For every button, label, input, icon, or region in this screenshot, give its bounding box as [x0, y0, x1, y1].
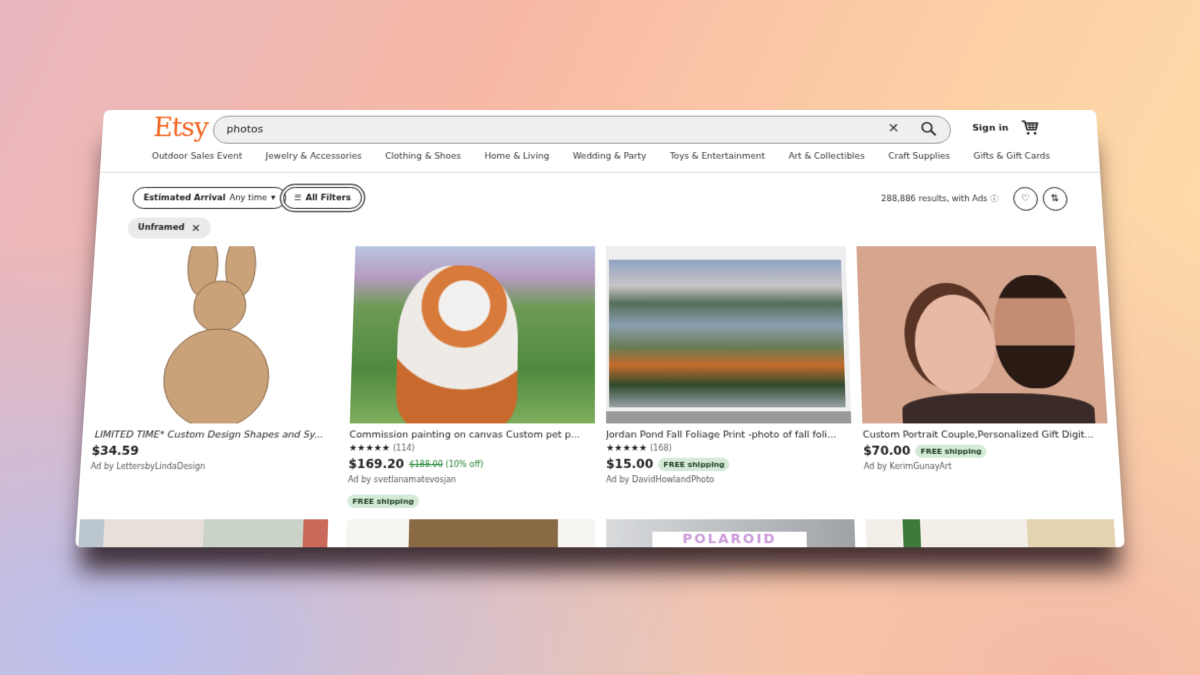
search-input[interactable]: photos ✕	[212, 116, 951, 144]
listing-image[interactable]: POLAROID	[606, 519, 855, 547]
listing-image[interactable]	[346, 519, 595, 547]
unframed-filter-chip[interactable]: Unframed ✕	[127, 217, 211, 238]
price: $15.00	[606, 457, 653, 471]
seller[interactable]: Ad by KerimGunayArt	[864, 462, 1111, 471]
listing-image[interactable]	[350, 246, 595, 423]
price: $169.20	[348, 457, 404, 471]
favorite-search-button[interactable]: ♡	[1013, 187, 1039, 211]
listing-image[interactable]	[93, 246, 344, 423]
category-link[interactable]: Home & Living	[484, 152, 549, 161]
all-filters-button[interactable]: ☰ All Filters	[283, 187, 362, 209]
clear-search-icon[interactable]: ✕	[888, 121, 900, 136]
category-link[interactable]: Wedding & Party	[573, 152, 647, 161]
listing-price: $169.20 $188.00 (10% off)	[348, 457, 595, 471]
star-icons: ★★★★★	[349, 444, 390, 454]
original-price: $188.00	[409, 459, 443, 468]
listing-price: $15.00 FREE shipping	[606, 457, 853, 471]
caret-down-icon: ▼	[271, 195, 276, 202]
category-link[interactable]: Clothing & Shoes	[385, 152, 461, 161]
header-divider	[100, 172, 1100, 173]
results-text: 288,886 results, with Ads	[881, 195, 988, 205]
category-link[interactable]: Gifts & Gift Cards	[973, 152, 1050, 161]
listing-title[interactable]: LIMITED TIME* Custom Design Shapes and S…	[92, 429, 338, 440]
seller[interactable]: Ad by DavidHowlandPhoto	[606, 475, 853, 484]
sort-arrows-icon: ⇅	[1051, 194, 1060, 204]
estimated-arrival-dropdown[interactable]: Estimated Arrival Any time ▼	[132, 187, 287, 209]
cart-icon[interactable]	[1021, 119, 1040, 136]
listing-card[interactable]: Commission painting on canvas Custom pet…	[347, 246, 595, 508]
chip-label: Unframed	[137, 223, 184, 233]
search-value: photos	[226, 123, 263, 135]
listing-title[interactable]: Custom Portrait Couple,Personalized Gift…	[863, 429, 1109, 440]
man-portrait	[992, 275, 1078, 388]
price: $34.59	[91, 444, 139, 458]
browser-window: Etsy photos ✕ Sign in Outdoor Sales Even…	[75, 110, 1125, 547]
sign-in-link[interactable]: Sign in	[972, 123, 1009, 133]
help-icon[interactable]: ⓘ	[990, 195, 999, 205]
heart-icon: ♡	[1021, 194, 1030, 204]
category-link[interactable]: Outdoor Sales Event	[152, 152, 243, 161]
free-shipping-badge: FREE shipping	[347, 495, 419, 508]
price: $70.00	[863, 444, 911, 458]
free-shipping-badge: FREE shipping	[658, 457, 730, 470]
review-count: (168)	[650, 444, 672, 453]
listing-price: $70.00 FREE shipping	[863, 444, 1110, 458]
arrival-value: Any time	[229, 193, 267, 203]
filter-sliders-icon: ☰	[294, 193, 302, 203]
polaroid-text: POLAROID	[652, 532, 807, 548]
rating: ★★★★★ (168)	[606, 444, 852, 454]
sort-button[interactable]: ⇅	[1042, 187, 1068, 211]
seller[interactable]: Ad by LettersbyLindaDesign	[90, 462, 337, 471]
free-shipping-badge: FREE shipping	[915, 444, 987, 457]
woman-portrait	[913, 295, 998, 394]
listing-card[interactable]: LIMITED TIME* Custom Design Shapes and S…	[90, 246, 344, 471]
bunny-shape-image	[93, 246, 344, 423]
cat-painting	[395, 265, 518, 423]
lake-photo	[609, 260, 846, 408]
results-count: 288,886 results, with Ads ⓘ	[881, 193, 999, 204]
print-shadow	[606, 411, 851, 423]
listing-card[interactable]: Jordan Pond Fall Foliage Print -photo of…	[606, 246, 853, 484]
category-link[interactable]: Craft Supplies	[888, 152, 950, 161]
listing-card[interactable]: Custom Portrait Couple,Personalized Gift…	[856, 246, 1110, 471]
shirts	[902, 393, 1096, 423]
listing-image[interactable]	[866, 519, 1116, 547]
discount: (10% off)	[445, 459, 483, 468]
listing-image[interactable]	[856, 246, 1107, 423]
review-count: (114)	[393, 444, 415, 453]
listing-title[interactable]: Commission painting on canvas Custom pet…	[349, 429, 595, 440]
search-icon[interactable]	[920, 121, 936, 136]
category-link[interactable]: Toys & Entertainment	[670, 152, 765, 161]
category-link[interactable]: Art & Collectibles	[788, 152, 864, 161]
etsy-logo[interactable]: Etsy	[153, 114, 209, 143]
all-filters-label: All Filters	[305, 193, 351, 203]
category-nav: Outdoor Sales Event Jewelry & Accessorie…	[101, 152, 1100, 161]
listing-title[interactable]: Jordan Pond Fall Foliage Print -photo of…	[606, 429, 852, 440]
remove-filter-icon[interactable]: ✕	[191, 222, 201, 234]
listing-image[interactable]	[78, 519, 328, 547]
star-icons: ★★★★★	[606, 444, 647, 454]
arrival-label: Estimated Arrival	[143, 193, 226, 203]
listing-price: $34.59	[91, 444, 338, 458]
listing-image[interactable]	[606, 246, 851, 423]
seller[interactable]: Ad by svetlanamatevosjan	[348, 475, 595, 484]
rating: ★★★★★ (114)	[349, 444, 595, 454]
category-link[interactable]: Jewelry & Accessories	[265, 152, 361, 161]
